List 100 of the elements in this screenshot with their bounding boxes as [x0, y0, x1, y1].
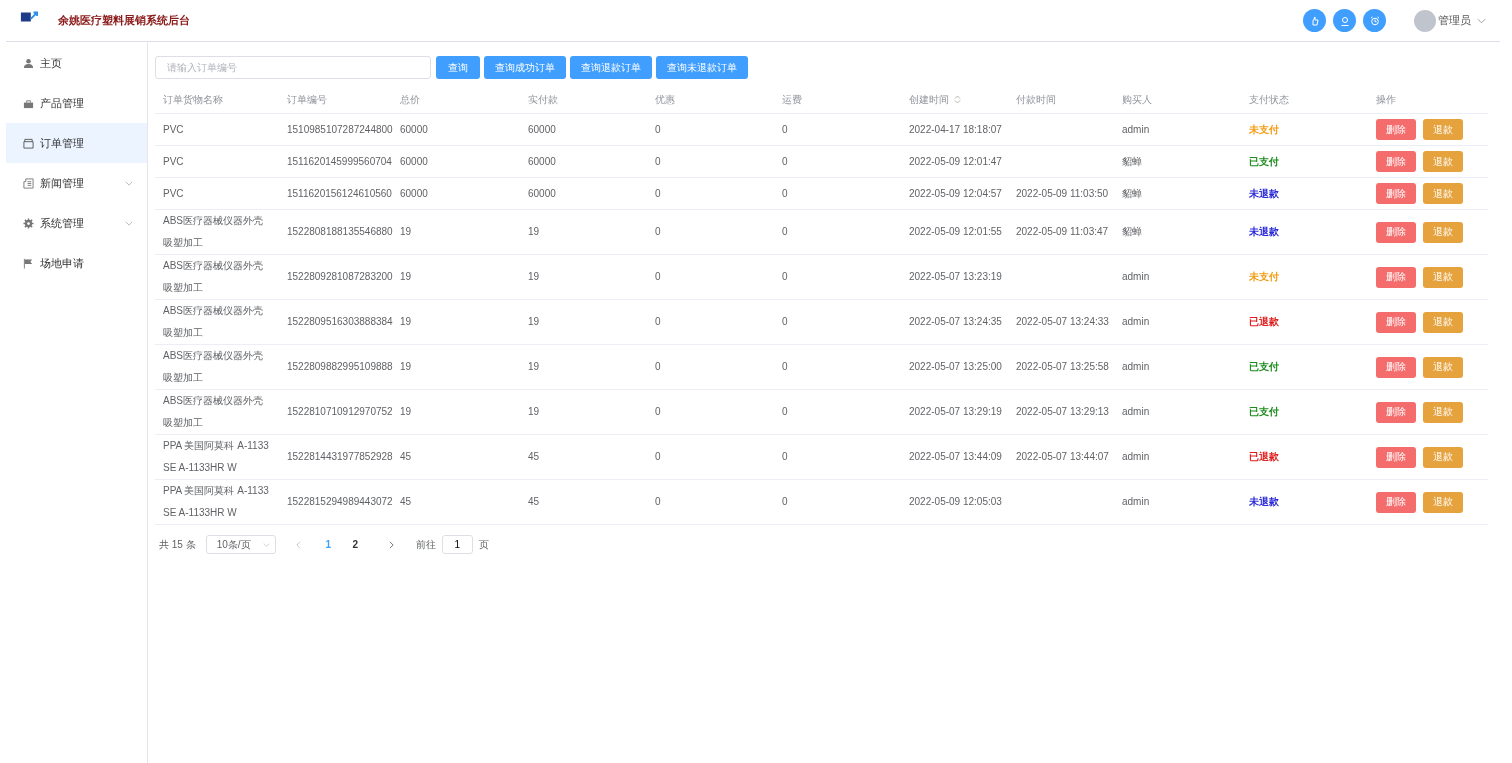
table-cell-text: 0	[655, 495, 661, 509]
table-cell-text: PVC	[163, 186, 184, 201]
table-cell-text: admin	[1122, 122, 1150, 137]
refund-button[interactable]: 退款	[1423, 356, 1463, 378]
previous-page-icon[interactable]	[295, 540, 301, 549]
table-cell-text: 貂蝉	[1122, 186, 1142, 201]
table-cell-text: 60000	[528, 154, 556, 169]
search-field[interactable]: 请输入订单编号	[155, 56, 431, 79]
delete-button[interactable]: 删除	[1376, 119, 1416, 140]
sort-icon[interactable]	[954, 95, 961, 104]
table-cell-text: ABS医疗器械仪器外壳吸塑加工	[163, 259, 264, 295]
sidebar-item[interactable]: 场地申请	[6, 243, 147, 283]
table-cell-text: 2022-05-09 12:04:57	[909, 186, 1002, 201]
table-cell-text: 1510985107287244800	[287, 122, 393, 137]
table-cell-text: PPA 美国阿莫科 A-1133 SE A-1133HR W	[163, 439, 269, 475]
table-cell-text: PPA 美国阿莫科 A-1133 SE A-1133HR W	[163, 484, 269, 520]
table-cell-text: 19	[400, 225, 412, 239]
status-text: 已支付	[1249, 360, 1279, 374]
table-cell-text: 0	[655, 270, 661, 284]
table-cell-text: 60000	[400, 154, 428, 169]
person-icon[interactable]	[1333, 9, 1356, 32]
status-text: 已支付	[1249, 154, 1279, 169]
sidebar-item[interactable]: 系统管理	[6, 203, 147, 243]
chevron-down-icon[interactable]	[1477, 17, 1486, 24]
table-cell-text: admin	[1122, 360, 1150, 374]
sidebar-item[interactable]: 订单管理	[6, 123, 147, 163]
table-cell-text: 2022-05-07 13:24:35	[909, 315, 1002, 329]
app-title: 余姚医疗塑料展销系统后台	[58, 13, 190, 28]
page-number[interactable]: 1	[314, 539, 342, 550]
refund-button[interactable]: 退款	[1423, 183, 1463, 204]
table-cell-text: 0	[655, 225, 661, 239]
delete-button[interactable]: 删除	[1376, 446, 1416, 468]
table-cell-text: 60000	[400, 186, 428, 201]
table-cell-text: 1522814431977852928	[287, 450, 393, 464]
table-cell-text: ABS医疗器械仪器外壳吸塑加工	[163, 214, 264, 250]
table-cell-text: 2022-05-07 13:23:19	[909, 270, 1002, 284]
hand-icon[interactable]	[1303, 9, 1326, 32]
column-header: 订单编号	[287, 94, 327, 105]
query-button[interactable]: 查询退款订单	[570, 56, 652, 79]
table-cell-text: 貂蝉	[1122, 225, 1142, 239]
delete-button[interactable]: 删除	[1376, 183, 1416, 204]
user-icon	[23, 57, 34, 69]
column-header: 优惠	[655, 94, 675, 105]
page-size-select[interactable]: 10条/页	[205, 535, 276, 554]
table-cell-text: 1522808188135546880	[287, 225, 393, 239]
refund-button[interactable]: 退款	[1423, 119, 1463, 140]
delete-button[interactable]: 删除	[1376, 401, 1416, 423]
refund-button[interactable]: 退款	[1423, 401, 1463, 423]
refund-button[interactable]: 退款	[1423, 311, 1463, 333]
sidebar-item[interactable]: 主页	[6, 43, 147, 83]
avatar[interactable]	[1414, 9, 1436, 32]
delete-button[interactable]: 删除	[1376, 266, 1416, 288]
table-cell-text: 19	[400, 405, 412, 419]
user-name[interactable]: 管理员	[1438, 13, 1471, 28]
sidebar-item[interactable]: 产品管理	[6, 83, 147, 123]
chevron-down-icon	[125, 180, 133, 186]
table-cell-text: 1511620156124610560	[287, 186, 392, 201]
column-header: 付款时间	[1016, 94, 1056, 105]
delete-button[interactable]: 删除	[1376, 491, 1416, 513]
table-cell-text: 19	[528, 225, 540, 239]
table-cell-text: 1522809281087283200	[287, 270, 393, 284]
table-cell-text: 2022-05-09 11:03:47	[1016, 225, 1109, 239]
refund-button[interactable]: 退款	[1423, 151, 1463, 172]
refund-button[interactable]: 退款	[1423, 446, 1463, 468]
sidebar-item[interactable]: 新闻管理	[6, 163, 147, 203]
bag-icon	[23, 97, 34, 109]
refund-button[interactable]: 退款	[1423, 491, 1463, 513]
status-text: 未退款	[1249, 186, 1279, 201]
table-cell-text: 1522809516303888384	[287, 315, 393, 329]
table-cell-text: 19	[400, 315, 412, 329]
table-cell-text: 45	[528, 495, 540, 509]
logo-icon	[20, 9, 38, 24]
refund-button[interactable]: 退款	[1423, 266, 1463, 288]
table-cell-text: 2022-05-07 13:29:13	[1016, 405, 1109, 419]
table-cell-text: 0	[782, 154, 788, 169]
status-text: 已退款	[1249, 315, 1279, 329]
table-cell-text: ABS医疗器械仪器外壳吸塑加工	[163, 394, 264, 430]
table-cell-text: 19	[528, 360, 540, 374]
table-cell-text: 1522810710912970752	[287, 405, 393, 419]
table-cell-text: admin	[1122, 450, 1150, 464]
table-cell-text: 1522809882995109888	[287, 360, 393, 374]
delete-button[interactable]: 删除	[1376, 221, 1416, 243]
query-button[interactable]: 查询	[436, 56, 480, 79]
next-page-icon[interactable]	[388, 540, 394, 549]
table-cell-text: 0	[655, 154, 661, 169]
table-cell-text: admin	[1122, 495, 1150, 509]
delete-button[interactable]: 删除	[1376, 356, 1416, 378]
query-button[interactable]: 查询未退款订单	[656, 56, 748, 79]
delete-button[interactable]: 删除	[1376, 151, 1416, 172]
alarm-clock-icon[interactable]	[1363, 9, 1386, 32]
refund-button[interactable]: 退款	[1423, 221, 1463, 243]
column-header: 实付款	[528, 94, 558, 105]
column-header: 操作	[1376, 94, 1396, 105]
page-input[interactable]: 1	[441, 535, 473, 554]
table-cell-text: 1511620145999560704	[287, 154, 392, 169]
page-number[interactable]: 2	[341, 539, 369, 550]
query-button[interactable]: 查询成功订单	[484, 56, 566, 79]
table-cell-text: 1522815294989443072	[287, 495, 393, 509]
table-cell-text: PVC	[163, 122, 184, 137]
delete-button[interactable]: 删除	[1376, 311, 1416, 333]
